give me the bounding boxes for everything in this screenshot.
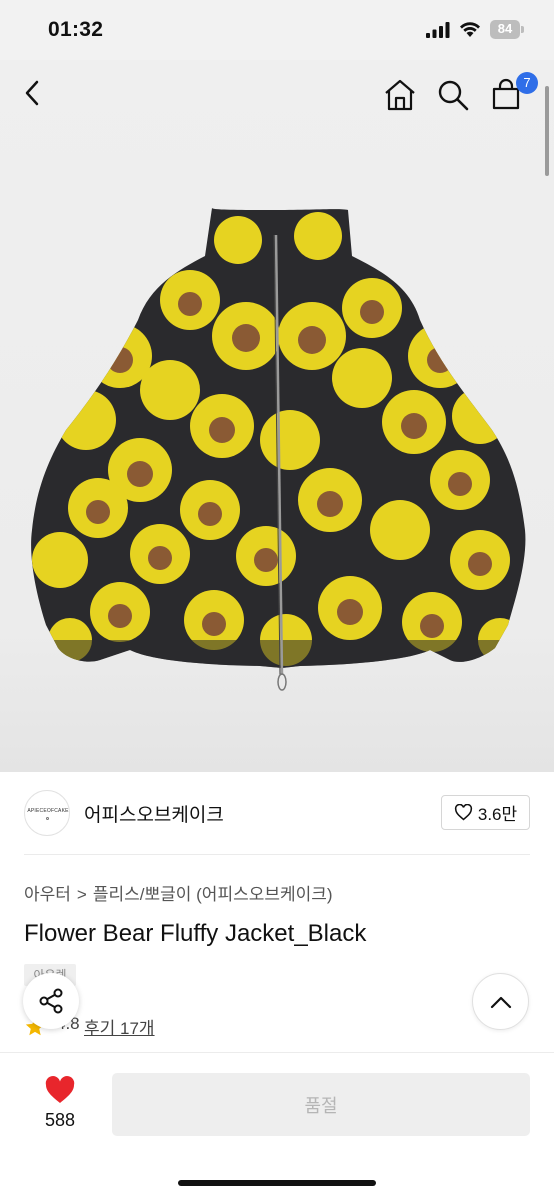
home-icon (385, 79, 415, 111)
cart-count-badge: 7 (516, 72, 538, 94)
share-button[interactable] (23, 973, 79, 1029)
review-count-link[interactable]: 후기 17개 (84, 1014, 155, 1039)
share-icon (39, 988, 63, 1014)
brand-name[interactable]: 어피스오브케이크 (84, 800, 224, 827)
home-button[interactable] (383, 78, 423, 118)
jacket-illustration (31, 208, 526, 691)
breadcrumb-separator: > (76, 885, 87, 904)
back-button[interactable] (22, 78, 62, 118)
product-like-count: 588 (44, 1110, 76, 1130)
wifi-icon (460, 22, 480, 37)
status-bar: 01:32 84 (0, 0, 554, 60)
chevron-up-icon (490, 996, 511, 1008)
brand-logo-mark (46, 817, 49, 820)
breadcrumb-child[interactable]: 플리스/뽀글이 (어피스오브케이크) (93, 885, 333, 904)
search-icon (438, 80, 469, 111)
chevron-left-icon (25, 80, 39, 106)
battery-icon: 84 (490, 20, 524, 40)
home-indicator[interactable] (178, 1180, 376, 1186)
search-button[interactable] (436, 78, 476, 118)
scroll-to-top-button[interactable] (472, 973, 529, 1030)
brand-like-button[interactable]: 3.6만 (441, 795, 530, 830)
brand-like-count: 3.6만 (477, 805, 518, 824)
heart-filled-icon[interactable] (44, 1075, 76, 1105)
heart-outline-icon (454, 804, 472, 821)
breadcrumb: 아우터 > 플리스/뽀글이 (어피스오브케이크) (24, 880, 333, 905)
breadcrumb-parent[interactable]: 아우터 (24, 885, 71, 904)
brand-logo[interactable]: APIECEOFCAKE (24, 790, 70, 836)
cellular-signal-icon (426, 22, 450, 38)
cart-button[interactable]: 7 (490, 72, 538, 118)
sold-out-button[interactable]: 품절 (112, 1073, 530, 1136)
divider (24, 854, 530, 855)
scrollbar[interactable] (545, 86, 549, 176)
product-image[interactable]: 7 (0, 60, 554, 772)
brand-logo-text: APIECEOFCAKE (27, 808, 69, 814)
product-title: Flower Bear Fluffy Jacket_Black (24, 920, 367, 947)
battery-level: 84 (497, 21, 513, 36)
status-time: 01:32 (48, 18, 104, 41)
